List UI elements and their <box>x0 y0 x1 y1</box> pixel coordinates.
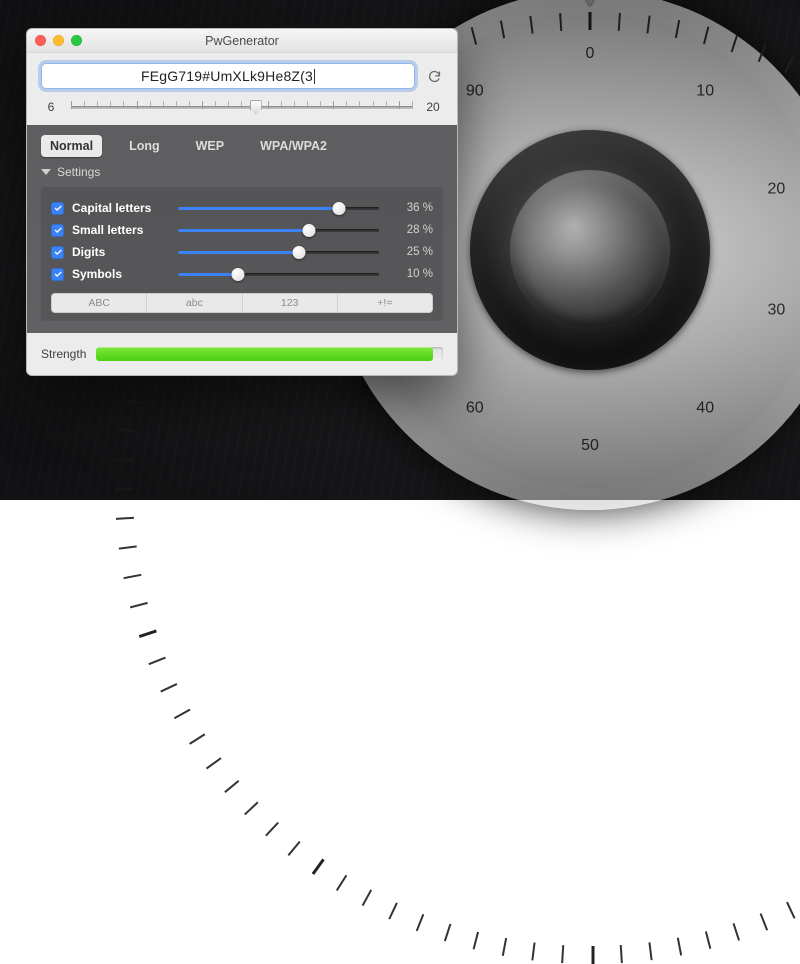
titlebar[interactable]: PwGenerator <box>27 29 457 53</box>
option-label: Digits <box>72 245 170 259</box>
weight-slider[interactable] <box>178 267 379 281</box>
checkbox[interactable] <box>51 268 64 281</box>
tab-wpa-wpa2[interactable]: WPA/WPA2 <box>251 135 336 157</box>
checkbox[interactable] <box>51 202 64 215</box>
dial-number: 30 <box>756 302 796 320</box>
option-row: Small letters 28 % <box>51 219 433 241</box>
dial-number: 40 <box>685 400 725 418</box>
app-window: PwGenerator FEgG719#UmXLk9He8Z(3 6 20 No… <box>26 28 458 376</box>
mode-tabs: Normal Long WEP WPA/WPA2 <box>41 135 443 157</box>
password-section: FEgG719#UmXLk9He8Z(3 6 20 <box>27 53 457 125</box>
segment-button[interactable]: ABC <box>52 294 147 312</box>
settings-section: Normal Long WEP WPA/WPA2 Settings Capital l… <box>27 125 457 333</box>
regenerate-button[interactable] <box>425 67 443 85</box>
segment-button[interactable]: +!= <box>338 294 432 312</box>
option-row: Capital letters 36 % <box>51 197 433 219</box>
option-label: Small letters <box>72 223 170 237</box>
settings-label: Settings <box>57 165 100 179</box>
option-row: Digits 25 % <box>51 241 433 263</box>
checkbox[interactable] <box>51 224 64 237</box>
segment-button[interactable]: 123 <box>243 294 338 312</box>
tab-wep[interactable]: WEP <box>187 135 233 157</box>
password-value: FEgG719#UmXLk9He8Z(3 <box>141 68 313 84</box>
strength-meter <box>96 347 443 361</box>
checkbox[interactable] <box>51 246 64 259</box>
charset-segments: ABCabc123+!= <box>51 293 433 313</box>
window-title: PwGenerator <box>27 34 457 48</box>
length-value: 20 <box>423 100 443 114</box>
text-caret <box>314 69 315 84</box>
strength-bar <box>96 347 432 361</box>
option-label: Symbols <box>72 267 170 281</box>
weight-slider[interactable] <box>178 223 379 237</box>
weight-slider[interactable] <box>178 201 379 215</box>
tab-normal[interactable]: Normal <box>41 135 102 157</box>
option-row: Symbols 10 % <box>51 263 433 285</box>
length-slider[interactable] <box>71 97 413 117</box>
dial-number: 20 <box>756 180 796 198</box>
password-field[interactable]: FEgG719#UmXLk9He8Z(3 <box>41 63 415 89</box>
tab-long[interactable]: Long <box>120 135 169 157</box>
dial-number: 50 <box>570 437 610 455</box>
weight-percent: 10 % <box>387 268 433 280</box>
option-label: Capital letters <box>72 201 170 215</box>
dial-number: 60 <box>455 400 495 418</box>
strength-label: Strength <box>41 347 86 361</box>
weight-percent: 36 % <box>387 202 433 214</box>
weight-percent: 28 % <box>387 224 433 236</box>
strength-section: Strength <box>27 333 457 375</box>
chevron-down-icon <box>41 169 51 175</box>
refresh-icon <box>427 69 442 84</box>
dial-number: 10 <box>685 82 725 100</box>
settings-disclosure[interactable]: Settings <box>41 165 443 179</box>
dial-number: 90 <box>455 82 495 100</box>
dial-number: 0 <box>570 45 610 63</box>
length-min: 6 <box>41 100 61 114</box>
weight-percent: 25 % <box>387 246 433 258</box>
segment-button[interactable]: abc <box>147 294 242 312</box>
settings-panel: Capital letters 36 % Small letters 28 % Digi… <box>41 187 443 321</box>
weight-slider[interactable] <box>178 245 379 259</box>
